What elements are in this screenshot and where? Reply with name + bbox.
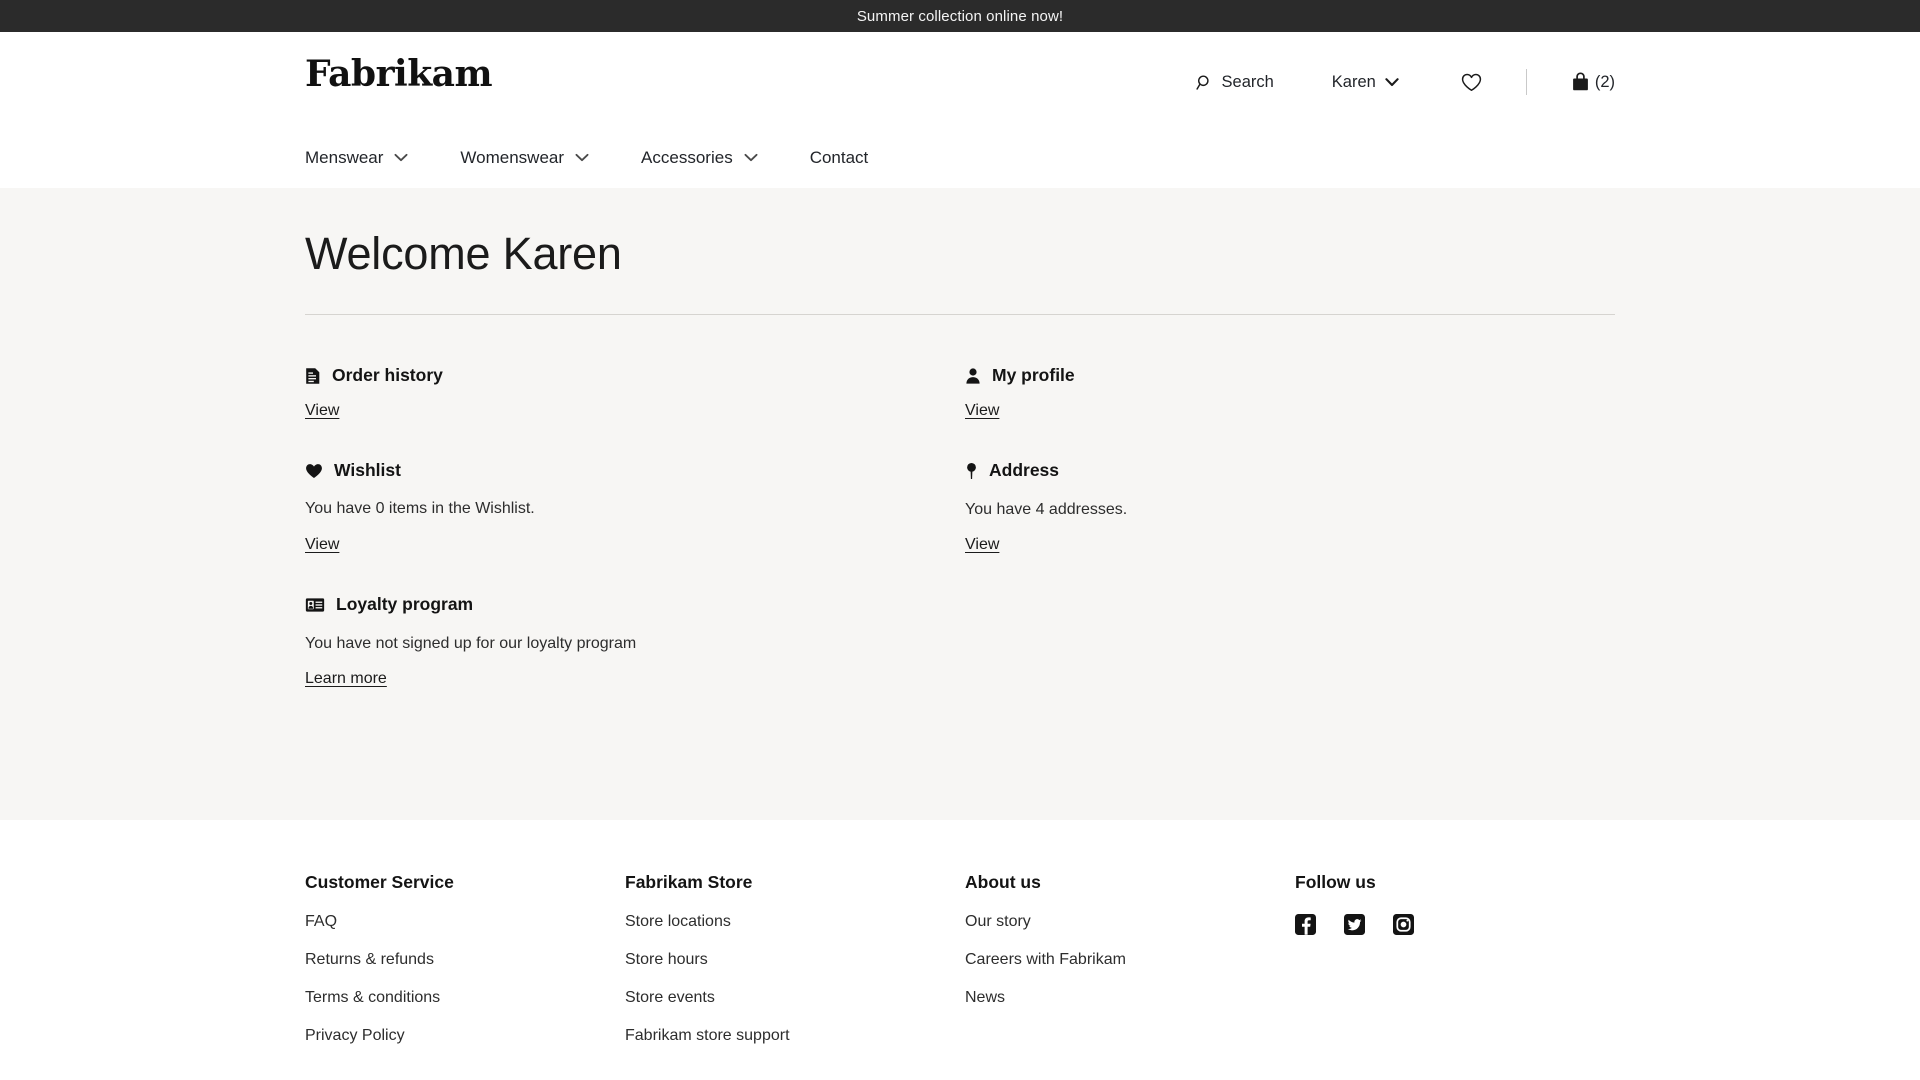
my-profile-view-link[interactable]: View [965, 402, 999, 420]
map-pin-icon [965, 462, 978, 480]
footer-link-privacy-policy[interactable]: Privacy Policy [305, 1027, 625, 1044]
footer-link-store-hours[interactable]: Store hours [625, 951, 965, 968]
site-footer: Customer Service FAQ Returns & refunds T… [0, 820, 1920, 1080]
chevron-down-icon [1385, 77, 1399, 87]
header-utility-bar: Search Karen (2) [1195, 68, 1615, 96]
card-header: My profile [965, 365, 1615, 385]
shopping-bag-icon [1571, 72, 1590, 92]
card-wishlist: Wishlist You have 0 items in the Wishlis… [305, 459, 965, 555]
address-description: You have 4 addresses. [965, 500, 1128, 518]
footer-link-returns-refunds[interactable]: Returns & refunds [305, 951, 625, 968]
nav-item-label: Womenswear [460, 148, 565, 167]
chevron-down-icon [394, 153, 408, 162]
footer-heading: Follow us [1295, 872, 1376, 892]
page-root: Summer collection online now! Fabrikam S… [0, 0, 1920, 1080]
chevron-down-icon [575, 153, 589, 162]
shopping-bag-button[interactable]: (2) [1571, 72, 1615, 92]
brand-logo[interactable]: Fabrikam [305, 56, 493, 92]
footer-link-store-locations[interactable]: Store locations [625, 913, 965, 930]
header-inner: Fabrikam Search Karen (2) Menswear Women… [305, 32, 1615, 188]
footer-link-careers[interactable]: Careers with Fabrikam [965, 951, 1295, 968]
promo-banner-text: Summer collection online now! [856, 7, 1064, 25]
site-header: Fabrikam Search Karen (2) Menswear Women… [0, 32, 1920, 188]
promo-banner: Summer collection online now! [0, 0, 1920, 32]
footer-heading: Customer Service [305, 872, 454, 892]
card-title: Order history [332, 365, 443, 385]
card-loyalty-program: Loyalty program You have not signed up f… [305, 596, 965, 688]
page-title: Welcome Karen [305, 228, 622, 279]
footer-heading: Fabrikam Store [625, 872, 753, 892]
card-title: Loyalty program [336, 594, 474, 615]
facebook-icon[interactable] [1295, 913, 1316, 935]
loyalty-learn-more-link[interactable]: Learn more [305, 670, 387, 688]
twitter-icon[interactable] [1344, 913, 1365, 935]
card-header: Order history [305, 365, 965, 385]
footer-link-our-story[interactable]: Our story [965, 913, 1295, 930]
footer-column-about-us: About us Our story Careers with Fabrikam… [965, 872, 1295, 1044]
heart-outline-icon [1461, 73, 1482, 92]
content-inner: Welcome Karen Order history View My prof… [305, 188, 1615, 730]
wishlist-description: You have 0 items in the Wishlist. [305, 500, 535, 518]
account-menu-button[interactable]: Karen [1332, 74, 1399, 91]
person-icon [965, 367, 981, 385]
footer-link-news[interactable]: News [965, 989, 1295, 1006]
document-icon [305, 367, 321, 385]
social-links [1295, 913, 1615, 935]
nav-item-accessories[interactable]: Accessories [641, 149, 758, 166]
footer-link-store-support[interactable]: Fabrikam store support [625, 1027, 965, 1044]
account-dashboard: Welcome Karen Order history View My prof… [0, 188, 1920, 820]
footer-link-store-events[interactable]: Store events [625, 989, 965, 1006]
footer-inner: Customer Service FAQ Returns & refunds T… [305, 872, 1615, 1044]
wishlist-view-link[interactable]: View [305, 536, 339, 554]
footer-column-customer-service: Customer Service FAQ Returns & refunds T… [305, 872, 625, 1044]
bag-count: (2) [1594, 72, 1615, 91]
account-label: Karen [1331, 72, 1376, 91]
card-address: Address You have 4 addresses. View [965, 460, 1615, 555]
footer-link-terms-conditions[interactable]: Terms & conditions [305, 989, 625, 1006]
wishlist-button[interactable] [1461, 73, 1482, 92]
instagram-icon[interactable] [1393, 913, 1414, 935]
chevron-down-icon [744, 153, 758, 162]
search-label: Search [1221, 72, 1274, 91]
nav-item-label: Accessories [641, 148, 733, 167]
heart-filled-icon [305, 463, 323, 479]
card-header: Wishlist [305, 459, 965, 480]
footer-column-follow-us: Follow us [1295, 872, 1615, 1044]
search-icon [1195, 74, 1213, 91]
footer-column-fabrikam-store: Fabrikam Store Store locations Store hou… [625, 872, 965, 1044]
card-header: Address [965, 460, 1615, 480]
address-view-link[interactable]: View [965, 536, 999, 554]
header-divider [1525, 69, 1527, 95]
card-title: Wishlist [334, 459, 401, 480]
footer-link-faq[interactable]: FAQ [305, 913, 625, 930]
dashboard-grid: Order history View My profile View Wishl… [305, 315, 1615, 731]
nav-item-menswear[interactable]: Menswear [305, 149, 408, 166]
footer-heading: About us [965, 872, 1041, 892]
main-navigation: Menswear Womenswear Accessories Contact [305, 149, 868, 166]
nav-item-contact[interactable]: Contact [810, 149, 869, 166]
nav-item-label: Contact [809, 148, 869, 167]
search-button[interactable]: Search [1195, 72, 1274, 91]
card-header: Loyalty program [305, 596, 965, 614]
card-my-profile: My profile View [965, 365, 1615, 420]
card-title: My profile [992, 365, 1075, 385]
card-title: Address [989, 460, 1060, 480]
loyalty-description: You have not signed up for our loyalty p… [305, 634, 637, 652]
nav-item-womenswear[interactable]: Womenswear [460, 149, 589, 166]
id-card-icon [305, 597, 325, 613]
nav-item-label: Menswear [305, 148, 384, 167]
card-order-history: Order history View [305, 365, 965, 420]
order-history-view-link[interactable]: View [305, 402, 339, 420]
